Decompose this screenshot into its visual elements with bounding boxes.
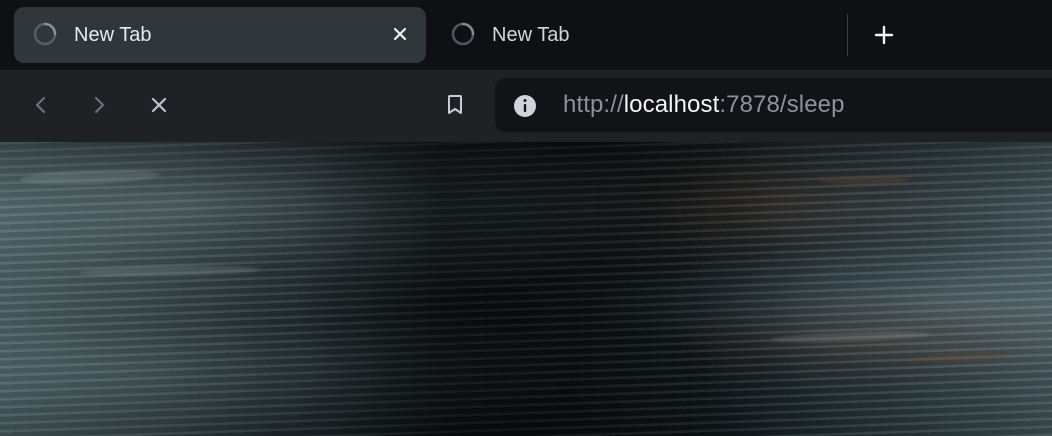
tab-separator: [847, 14, 848, 56]
spinner-icon: [32, 21, 58, 47]
bookmark-icon: [444, 93, 466, 117]
info-icon[interactable]: [513, 94, 537, 118]
tab-new-tab-inactive[interactable]: New Tab: [432, 7, 837, 63]
url-text[interactable]: http://localhost:7878/sleep: [563, 90, 845, 120]
stop-loading-button[interactable]: [142, 88, 176, 122]
close-icon: [148, 94, 170, 116]
water-highlight: [819, 175, 911, 185]
url-scheme: http://: [563, 91, 624, 118]
water-highlight: [19, 167, 161, 187]
back-button[interactable]: [24, 88, 58, 122]
browser-window: New Tab New Tab http://localhost:7878/sl…: [0, 0, 1052, 436]
bookmark-button[interactable]: [438, 88, 472, 122]
close-icon[interactable]: [388, 22, 412, 46]
water-highlight: [769, 329, 931, 345]
page-content: [0, 142, 1052, 436]
tab-new-tab-active[interactable]: New Tab: [14, 7, 426, 63]
water-highlight: [904, 352, 1006, 364]
spinner-icon: [450, 21, 476, 47]
new-tab-button[interactable]: [868, 17, 900, 53]
chevron-left-icon: [30, 94, 52, 116]
url-path: :7878/sleep: [719, 91, 845, 118]
forward-button[interactable]: [82, 88, 116, 122]
address-bar[interactable]: http://localhost:7878/sleep: [495, 78, 1052, 132]
plus-icon: [872, 23, 896, 47]
browser-toolbar: http://localhost:7878/sleep: [0, 70, 1052, 142]
tab-strip: New Tab New Tab: [0, 0, 1052, 70]
chevron-right-icon: [88, 94, 110, 116]
water-highlight: [79, 264, 261, 278]
tab-title: New Tab: [74, 24, 152, 46]
url-host: localhost: [623, 91, 720, 118]
tab-title: New Tab: [492, 24, 570, 46]
